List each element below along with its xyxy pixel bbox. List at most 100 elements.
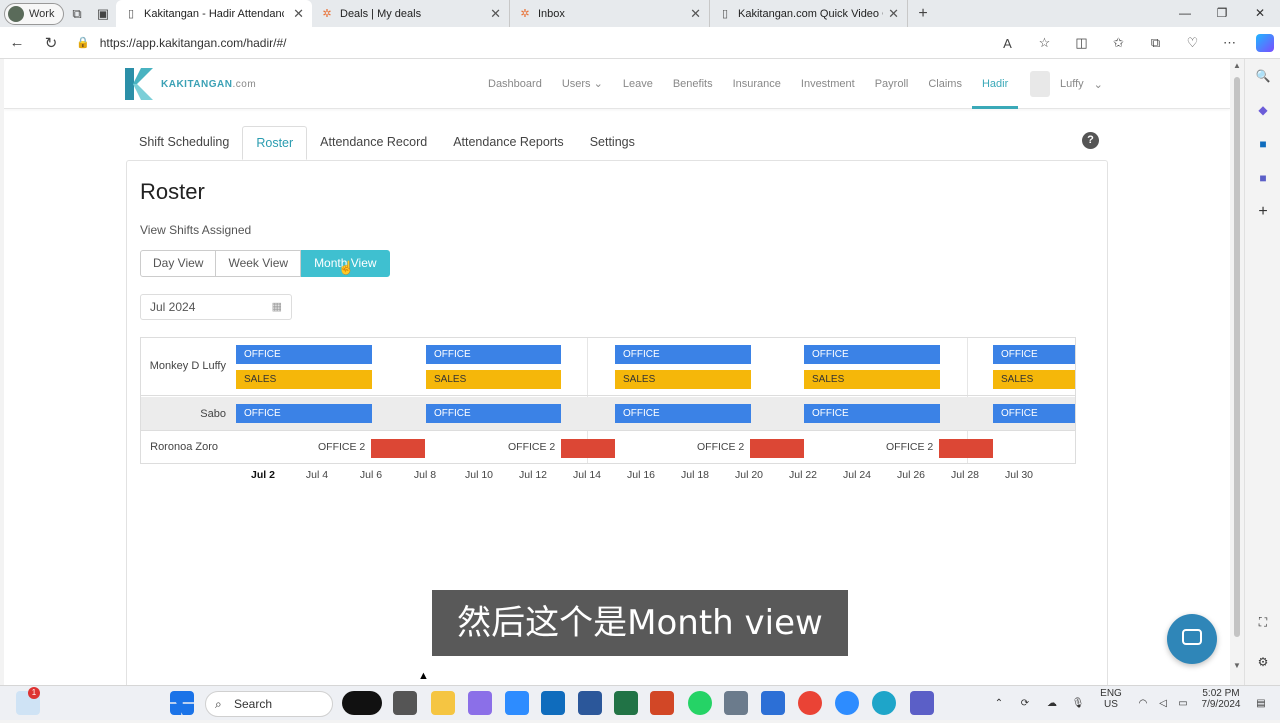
calculator-icon[interactable] [724, 691, 748, 715]
powerpoint-icon[interactable] [650, 691, 674, 715]
file-explorer-icon[interactable] [431, 691, 455, 715]
screenshot-icon[interactable]: ⛶ [1245, 605, 1280, 639]
refresh-icon[interactable]: ↻ [34, 34, 68, 52]
notification-center-icon[interactable]: ▤ [1252, 686, 1270, 721]
browser-tab-1[interactable]: ▯ Kakitangan - Hadir Attendance S ✕ [116, 0, 312, 27]
menu-insurance[interactable]: Insurance [723, 59, 791, 109]
tab-settings[interactable]: Settings [577, 126, 648, 160]
chrome-icon[interactable] [798, 691, 822, 715]
scroll-down-icon[interactable]: ▼ [1233, 661, 1241, 670]
excel-icon[interactable] [614, 691, 638, 715]
volume-icon[interactable]: ◁ [1154, 686, 1172, 721]
calendar-icon[interactable]: ▦ [272, 295, 282, 319]
maximize-icon[interactable]: ❐ [1202, 0, 1242, 27]
menu-dashboard[interactable]: Dashboard [478, 59, 552, 109]
shift-chip-office[interactable]: OFFICE [993, 345, 1075, 364]
teams-app-icon[interactable] [910, 691, 934, 715]
zoom-icon[interactable] [835, 691, 859, 715]
menu-hadir[interactable]: Hadir [971, 59, 1019, 109]
windows-start-icon[interactable] [170, 691, 194, 715]
scrollbar-thumb[interactable] [1234, 77, 1240, 637]
microphone-icon[interactable]: 🎙 [1068, 686, 1088, 721]
shift-chip-office[interactable]: OFFICE [993, 404, 1075, 423]
shift-chip-sales[interactable]: SALES [615, 370, 751, 389]
shift-chip-sales[interactable]: SALES [993, 370, 1075, 389]
search-icon[interactable]: 🔍 [1245, 59, 1280, 93]
outlook-app-icon[interactable] [541, 691, 565, 715]
menu-leave[interactable]: Leave [613, 59, 663, 109]
back-icon[interactable]: ← [0, 34, 34, 51]
month-picker[interactable]: Jul 2024 ▦ [140, 294, 292, 320]
browser-tab-4[interactable]: ▯ Kakitangan.com Quick Video Gu ✕ [710, 0, 908, 27]
task-view-icon[interactable] [393, 691, 417, 715]
kakitangan-app-icon[interactable] [342, 691, 382, 715]
shift-chip-office[interactable]: OFFICE [804, 404, 940, 423]
copilot-icon[interactable] [1256, 34, 1274, 52]
settings-icon[interactable]: ⚙ [1245, 645, 1280, 679]
close-tab-icon[interactable]: ✕ [490, 6, 501, 22]
tab-attendance-record[interactable]: Attendance Record [307, 126, 440, 160]
profile-button[interactable]: Work [4, 2, 64, 25]
shift-chip-office[interactable]: OFFICE [426, 345, 561, 364]
outlook-icon[interactable]: ■ [1245, 127, 1280, 161]
tab-roster[interactable]: Roster [242, 126, 308, 160]
teams-icon[interactable]: ■ [1245, 161, 1280, 195]
menu-payroll[interactable]: Payroll [865, 59, 919, 109]
sync-icon[interactable]: ⟳ [1015, 686, 1035, 721]
close-tab-icon[interactable]: ✕ [293, 6, 304, 22]
close-window-icon[interactable]: ✕ [1240, 0, 1280, 27]
favorite-star-icon[interactable]: ☆ [1026, 35, 1063, 51]
chat-support-button[interactable] [1167, 614, 1217, 664]
kakitangan-logo[interactable]: KAKITANGAN.com [125, 68, 256, 100]
snipping-tool-icon[interactable] [505, 691, 529, 715]
menu-users[interactable]: Users ⌄ [552, 59, 613, 109]
menu-claims[interactable]: Claims [918, 59, 972, 109]
menu-investment[interactable]: Investment [791, 59, 865, 109]
scroll-up-icon[interactable]: ▲ [1233, 61, 1241, 70]
cloud-icon[interactable]: ☁ [1042, 686, 1062, 721]
read-aloud-icon[interactable]: A [989, 36, 1026, 51]
word-icon[interactable] [578, 691, 602, 715]
workspaces-icon[interactable]: ⧉ [64, 6, 90, 22]
tray-chevron-icon[interactable]: ⌃ [990, 686, 1008, 721]
notepad-icon[interactable] [761, 691, 785, 715]
shift-chip-sales[interactable]: SALES [426, 370, 561, 389]
tab-actions-icon[interactable]: ▣ [90, 6, 116, 22]
week-view-button[interactable]: Week View [216, 250, 302, 277]
menu-benefits[interactable]: Benefits [663, 59, 723, 109]
new-tab-icon[interactable]: + [908, 5, 938, 23]
tab-shift-scheduling[interactable]: Shift Scheduling [126, 126, 242, 160]
shift-chip-office[interactable]: OFFICE [426, 404, 561, 423]
tab-attendance-reports[interactable]: Attendance Reports [440, 126, 577, 160]
page-scrollbar[interactable]: ▲ ▼ [1232, 59, 1242, 685]
shift-chip-sales[interactable]: SALES [804, 370, 940, 389]
url-field[interactable]: 🔒 https://app.kakitangan.com/hadir/#/ [76, 36, 286, 50]
shift-chip-office[interactable]: OFFICE [236, 404, 372, 423]
copilot-app-icon[interactable] [468, 691, 492, 715]
user-menu[interactable]: Luffy ⌄ [1030, 71, 1103, 97]
add-sidebar-icon[interactable]: + [1245, 195, 1280, 229]
shift-chip-office2[interactable] [750, 439, 804, 458]
more-menu-icon[interactable]: ⋯ [1211, 35, 1248, 51]
shift-chip-office2[interactable] [561, 439, 615, 458]
minimize-icon[interactable]: — [1165, 0, 1205, 27]
edge-icon[interactable] [872, 691, 896, 715]
shift-chip-sales[interactable]: SALES [236, 370, 372, 389]
shift-chip-office[interactable]: OFFICE [236, 345, 372, 364]
clock[interactable]: 5:02 PM 7/9/2024 [1196, 688, 1246, 723]
shift-chip-office[interactable]: OFFICE [615, 404, 751, 423]
shift-chip-office[interactable]: OFFICE [615, 345, 751, 364]
close-tab-icon[interactable]: ✕ [690, 6, 701, 22]
language-indicator[interactable]: ENG US [1096, 688, 1126, 723]
browser-tab-3[interactable]: ✲ Inbox ✕ [510, 0, 710, 27]
shift-chip-office[interactable]: OFFICE [804, 345, 940, 364]
browser-essentials-icon[interactable]: ♡ [1174, 35, 1211, 51]
shift-chip-office2[interactable] [939, 439, 993, 458]
favorites-icon[interactable]: ✩ [1100, 35, 1137, 51]
battery-icon[interactable]: ▭ [1174, 686, 1192, 721]
day-view-button[interactable]: Day View [140, 250, 217, 277]
split-screen-icon[interactable]: ◫ [1063, 35, 1100, 51]
close-tab-icon[interactable]: ✕ [888, 6, 899, 22]
wifi-icon[interactable]: ◠ [1134, 686, 1152, 721]
copilot-sidebar-icon[interactable]: ◆ [1245, 93, 1280, 127]
